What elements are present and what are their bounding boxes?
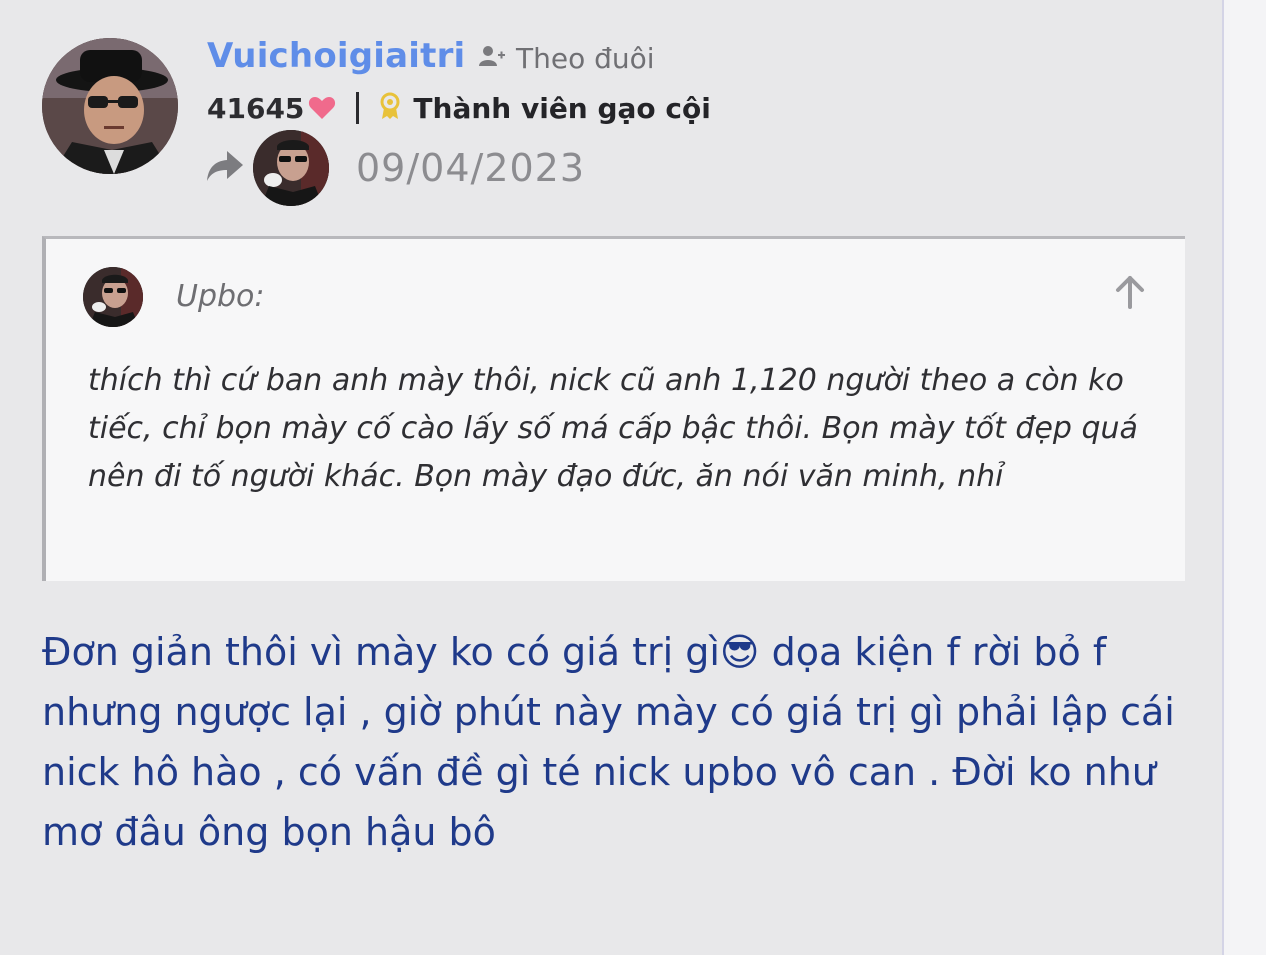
- quote-text: thích thì cứ ban anh mày thôi, nick cũ a…: [88, 363, 1138, 494]
- divider: [356, 92, 360, 124]
- right-gutter: [1222, 0, 1266, 955]
- heart-icon: [308, 96, 336, 124]
- share-arrow-icon[interactable]: [205, 149, 245, 187]
- points-count: 41645: [207, 91, 305, 125]
- person-plus-icon: [478, 42, 506, 75]
- arrow-up-icon[interactable]: [1114, 275, 1146, 313]
- post-date: 09/04/2023: [356, 146, 586, 190]
- rank-label: Thành viên gạo cội: [413, 91, 711, 125]
- award-badge-icon: [379, 92, 401, 124]
- follow-button[interactable]: Theo đuôi: [478, 42, 655, 75]
- quote-author-avatar[interactable]: [83, 267, 143, 327]
- author-avatar[interactable]: [42, 38, 178, 174]
- sharer-avatar[interactable]: [253, 130, 329, 206]
- quote-block: Upbo: thích thì cứ ban anh mày thôi, nic…: [42, 236, 1185, 581]
- post: Vuichoigiaitri Theo đuôi 41645 Thành viê…: [0, 0, 1222, 955]
- author-stats: 41645 Thành viên gạo cội: [207, 88, 711, 128]
- share-row: [205, 130, 329, 206]
- follow-label: Theo đuôi: [516, 42, 655, 75]
- post-body: Đơn giản thôi vì mày ko có giá trị gì😎 d…: [42, 630, 1175, 854]
- author-username[interactable]: Vuichoigiaitri: [207, 36, 465, 76]
- quote-author[interactable]: Upbo:: [176, 279, 265, 314]
